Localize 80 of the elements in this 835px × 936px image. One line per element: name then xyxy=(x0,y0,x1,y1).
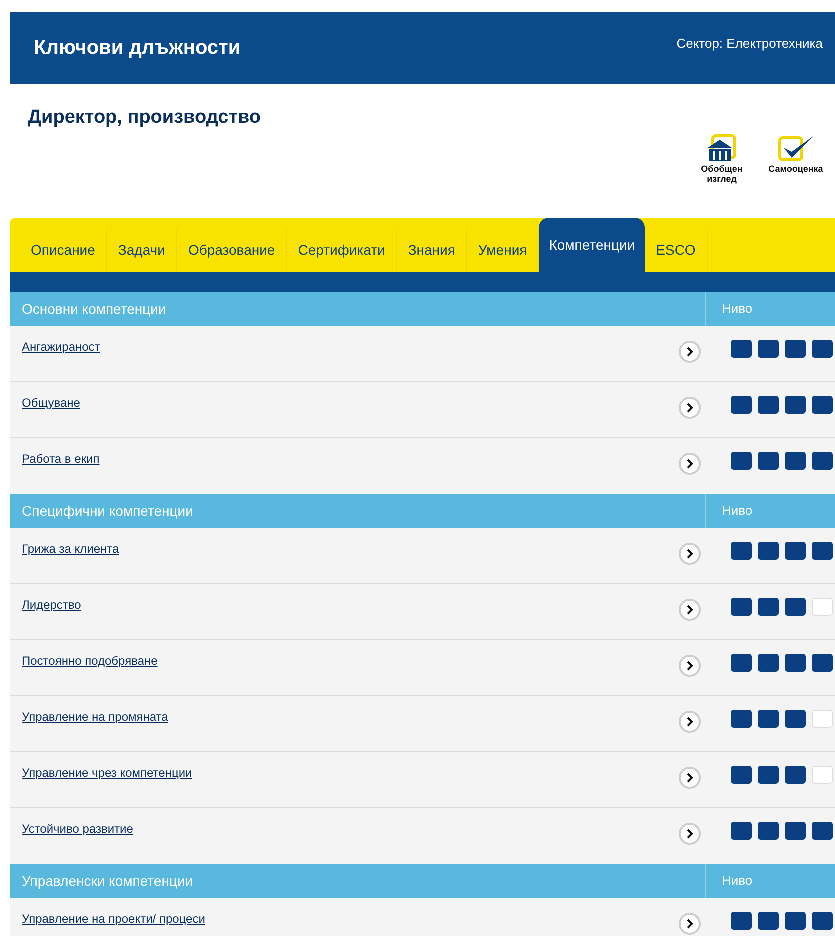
details-arrow-button[interactable] xyxy=(679,341,701,363)
level-square xyxy=(785,822,806,840)
level-square xyxy=(785,710,806,728)
competency-link[interactable]: Управление чрез компетенции xyxy=(10,764,679,782)
competency-link[interactable]: Управление на промяната xyxy=(10,708,679,726)
competency-link[interactable]: Лидерство xyxy=(10,596,679,614)
action-link[interactable]: Самооценка xyxy=(765,134,827,174)
level-square xyxy=(731,598,752,616)
level-square xyxy=(758,340,779,358)
level-square xyxy=(758,654,779,672)
competency-link[interactable]: Устойчиво развитие xyxy=(10,820,679,838)
competency-link[interactable]: Грижа за клиента xyxy=(10,540,679,558)
level-square xyxy=(812,340,833,358)
level-square xyxy=(785,340,806,358)
level-square xyxy=(812,654,833,672)
level-square xyxy=(731,912,752,930)
level-square xyxy=(731,452,752,470)
competency-link[interactable]: Общуване xyxy=(10,394,679,412)
level-square xyxy=(758,710,779,728)
level-square xyxy=(785,766,806,784)
header-title: Ключови длъжности xyxy=(34,36,241,61)
tab[interactable]: Компетенции xyxy=(539,218,646,272)
level-square xyxy=(758,912,779,930)
level-square xyxy=(785,452,806,470)
details-arrow-button[interactable] xyxy=(679,823,701,845)
chevron-right-icon xyxy=(686,717,694,727)
details-arrow-button[interactable] xyxy=(679,913,701,935)
details-arrow-button[interactable] xyxy=(679,711,701,733)
level-square xyxy=(758,542,779,560)
chevron-right-icon xyxy=(686,605,694,615)
details-arrow-button[interactable] xyxy=(679,397,701,419)
action-link[interactable]: Обобщен изглед xyxy=(691,134,753,184)
level-square xyxy=(731,340,752,358)
chevron-right-icon xyxy=(686,549,694,559)
chevron-right-icon xyxy=(686,829,694,839)
competency-link[interactable]: Управление на проекти/ процеси xyxy=(10,910,679,928)
competency-link[interactable]: Ангажираност xyxy=(10,338,679,356)
level-square xyxy=(731,542,752,560)
chevron-right-icon xyxy=(686,347,694,357)
level-square xyxy=(785,598,806,616)
level-square xyxy=(785,542,806,560)
job-title: Директор, производство xyxy=(28,106,262,130)
level-square xyxy=(785,396,806,414)
level-square xyxy=(731,822,752,840)
level-square xyxy=(731,766,752,784)
details-arrow-button[interactable] xyxy=(679,453,701,475)
chevron-right-icon xyxy=(686,403,694,413)
details-arrow-button[interactable] xyxy=(679,599,701,621)
details-arrow-button[interactable] xyxy=(679,767,701,789)
level-square xyxy=(758,766,779,784)
level-square xyxy=(731,654,752,672)
level-square xyxy=(758,822,779,840)
section-title: Специфични компетенции xyxy=(21,502,194,521)
level-square xyxy=(785,912,806,930)
level-heading: Ниво xyxy=(705,292,835,326)
checkmark-icon xyxy=(776,134,816,164)
section-title: Основни компетенции xyxy=(21,300,168,319)
level-square xyxy=(812,822,833,840)
level-square xyxy=(731,710,752,728)
level-square xyxy=(758,598,779,616)
chevron-right-icon xyxy=(686,459,694,469)
chevron-right-icon xyxy=(686,661,694,671)
chevron-right-icon xyxy=(686,919,694,929)
level-square xyxy=(785,654,806,672)
chevron-right-icon xyxy=(686,773,694,783)
level-heading: Ниво xyxy=(705,864,835,898)
competency-link[interactable]: Постоянно подобряване xyxy=(10,652,679,670)
level-square xyxy=(812,912,833,930)
level-square xyxy=(731,396,752,414)
level-square xyxy=(812,452,833,470)
section-title: Управленски компетенции xyxy=(21,872,194,891)
competency-link[interactable]: Работа в екип xyxy=(10,450,679,468)
level-heading: Ниво xyxy=(705,494,835,528)
sector-label: Сектор: Електротехника xyxy=(676,35,823,54)
level-square xyxy=(758,452,779,470)
details-arrow-button[interactable] xyxy=(679,655,701,677)
level-square xyxy=(812,542,833,560)
level-square xyxy=(758,396,779,414)
details-arrow-button[interactable] xyxy=(679,543,701,565)
level-square xyxy=(812,396,833,414)
